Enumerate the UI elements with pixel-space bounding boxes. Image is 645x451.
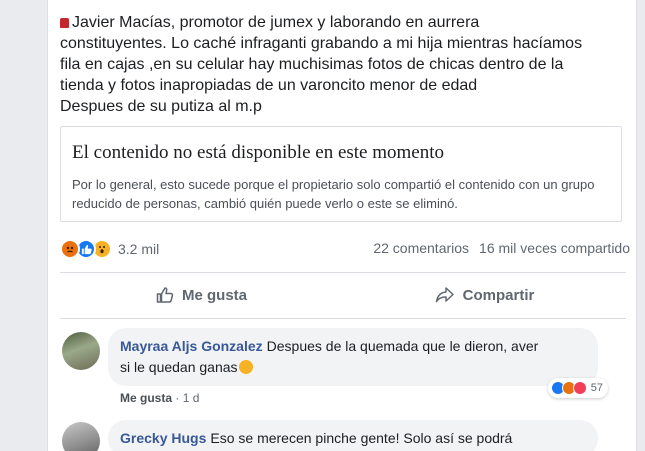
post-text-line-5: Despues de su putiza al m.p (60, 98, 262, 115)
share-button-label: Compartir (462, 286, 535, 304)
sad-face-emoji-icon (238, 360, 253, 374)
share-arrow-icon (435, 287, 454, 303)
comment-reactions[interactable]: 57 (547, 378, 608, 398)
comment-reaction-count: 57 (590, 381, 603, 394)
unavailable-body: Por lo general, esto sucede porque el pr… (72, 177, 595, 211)
comment-text-line-1: Despues de la quemada que le dieron, ave… (266, 338, 539, 354)
meta-separator: · (175, 391, 180, 405)
thumbs-up-icon (156, 287, 174, 303)
comment-text-line-2: si le quedan ganas (120, 359, 238, 375)
stats-right: 22 comentarios 16 mil veces compartido (373, 240, 630, 256)
share-button[interactable]: Compartir (343, 273, 626, 317)
avatar[interactable] (62, 422, 100, 451)
love-icon (572, 381, 587, 395)
reactions-summary[interactable]: 3.2 mil (60, 238, 159, 260)
red-marker-icon (60, 18, 69, 28)
angry-icon (60, 239, 80, 259)
reaction-count: 3.2 mil (118, 241, 160, 257)
post-text-line-1: Javier Macías, promotor de jumex y labor… (60, 12, 620, 33)
comment-meta: Me gusta · 1 d (120, 391, 199, 405)
like-button[interactable]: Me gusta (60, 273, 343, 317)
comments-count-link[interactable]: 22 comentarios (373, 240, 469, 256)
avatar[interactable] (62, 332, 100, 370)
comment-bubble: Mayraa Aljs Gonzalez Despues de la quemad… (108, 328, 608, 398)
comment-time[interactable]: 1 d (183, 391, 200, 405)
post-text-line-2: constituyentes. Lo caché infraganti grab… (60, 35, 583, 52)
comment-author[interactable]: Mayraa Aljs Gonzalez (120, 338, 263, 354)
comment-like-link[interactable]: Me gusta (120, 391, 172, 405)
comment-bubble: Grecky Hugs Eso se merecen pinche gente! … (108, 420, 598, 451)
comment-text-line-1: Eso se merecen pinche gente! Solo así se… (210, 430, 513, 446)
comment-author[interactable]: Grecky Hugs (120, 430, 206, 446)
post-text-line-4: tienda y fotos inapropiadas de un varonc… (60, 77, 478, 94)
post-actions: Me gusta Compartir (60, 273, 626, 317)
shares-count-link[interactable]: 16 mil veces compartido (479, 240, 630, 256)
unavailable-title: El contenido no está disponible en este … (72, 142, 445, 163)
divider (60, 318, 626, 319)
content-unavailable-box: El contenido no está disponible en este … (60, 126, 622, 222)
like-button-label: Me gusta (181, 286, 247, 304)
post-card: Javier Macías, promotor de jumex y labor… (47, 0, 637, 451)
post-text-line-3: fila en cajas ,en su celular hay muchisi… (60, 56, 564, 73)
post-text: Javier Macías, promotor de jumex y labor… (60, 12, 620, 117)
post-stats: 3.2 mil 22 comentarios 16 mil veces compa… (60, 238, 630, 260)
